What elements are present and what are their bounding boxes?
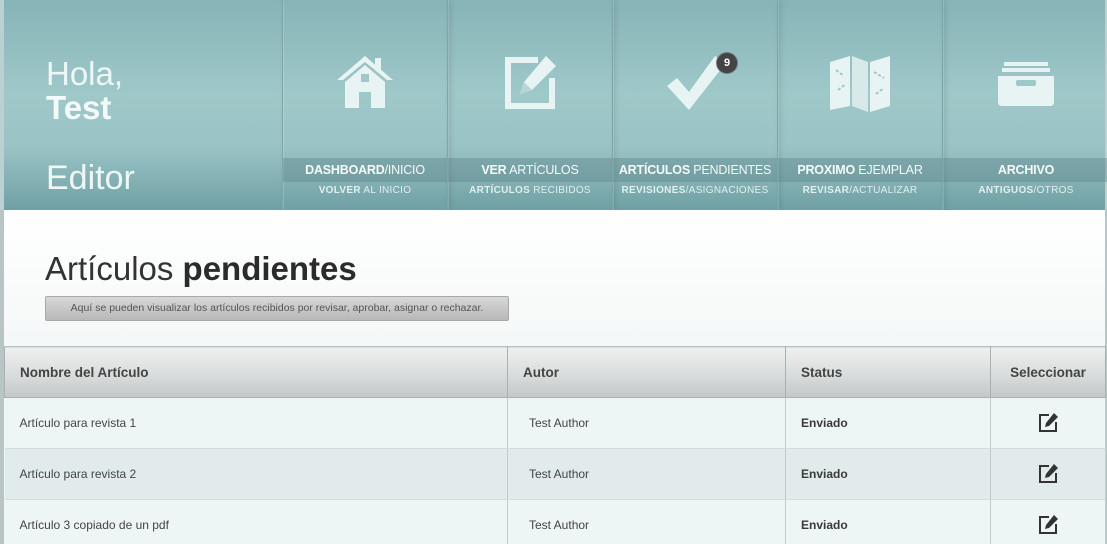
table-row[interactable]: Artículo para revista 1 Test Author Envi… — [4, 397, 1106, 449]
select-cell — [990, 499, 1106, 544]
column-header-name[interactable]: Nombre del Artículo — [4, 346, 508, 398]
nav-articulos-pendientes-sub: REVISIONES/ASIGNACIONES — [621, 185, 769, 196]
nav-articulos-pendientes[interactable]: 9 ARTÍCULOS PENDIENTES REVISIONES/ASIGNA… — [612, 0, 777, 210]
page-description: Aquí se pueden visualizar los artículos … — [45, 296, 509, 321]
table-row[interactable]: Artículo para revista 2 Test Author Envi… — [4, 448, 1106, 500]
edit-icon — [498, 50, 562, 114]
nav-proximo-ejemplar[interactable]: PROXIMO EJEMPLAR REVISAR/ACTUALIZAR — [777, 0, 942, 210]
nav-ver-articulos-label: VER ARTÍCULOS — [448, 158, 612, 182]
article-status: Enviado — [785, 499, 991, 544]
column-header-status[interactable]: Status — [785, 346, 991, 398]
column-header-select: Seleccionar — [990, 346, 1106, 398]
top-header: Hola, Test Editor DASHBOARD/INICIO VOLVE… — [0, 0, 1107, 210]
article-name: Artículo para revista 1 — [4, 397, 508, 449]
home-icon — [333, 50, 397, 114]
archive-icon — [994, 50, 1058, 114]
nav-ver-articulos[interactable]: VER ARTÍCULOS ARTÍCULOS RECIBIDOS — [447, 0, 612, 210]
nav-dashboard-sub: VOLVER AL INICIO — [318, 185, 412, 196]
article-author: Test Author — [507, 499, 786, 544]
pending-count-badge: 9 — [717, 53, 737, 73]
welcome-panel: Hola, Test Editor — [46, 0, 280, 210]
nav-archivo-sub: ANTIGUOS/OTROS — [978, 185, 1074, 196]
nav-articulos-pendientes-label: ARTÍCULOS PENDIENTES — [613, 158, 777, 182]
greeting: Hola, — [46, 55, 124, 92]
article-name: Artículo para revista 2 — [4, 448, 508, 500]
nav-ver-articulos-sub: ARTÍCULOS RECIBIDOS — [469, 185, 591, 196]
nav-dashboard[interactable]: DASHBOARD/INICIO VOLVER AL INICIO — [282, 0, 447, 210]
column-header-author[interactable]: Autor — [507, 346, 786, 398]
table-row[interactable]: Artículo 3 copiado de un pdf Test Author… — [4, 499, 1106, 544]
main-nav: DASHBOARD/INICIO VOLVER AL INICIO VER AR… — [282, 0, 1107, 210]
edit-icon[interactable] — [1037, 463, 1059, 485]
nav-proximo-ejemplar-sub: REVISAR/ACTUALIZAR — [802, 185, 918, 196]
article-author: Test Author — [507, 448, 786, 500]
table-header-row: Nombre del Artículo Autor Status Selecci… — [4, 346, 1106, 398]
nav-dashboard-label: DASHBOARD/INICIO — [283, 158, 447, 182]
user-role: Editor — [46, 159, 135, 197]
edit-icon[interactable] — [1037, 514, 1059, 536]
article-author: Test Author — [507, 397, 786, 449]
nav-proximo-ejemplar-label: PROXIMO EJEMPLAR — [778, 158, 942, 182]
edit-icon[interactable] — [1037, 412, 1059, 434]
select-cell — [990, 397, 1106, 449]
user-name: Test — [46, 89, 112, 126]
article-name: Artículo 3 copiado de un pdf — [4, 499, 508, 544]
article-status: Enviado — [785, 397, 991, 449]
nav-archivo-label: ARCHIVO — [943, 158, 1107, 182]
article-status: Enviado — [785, 448, 991, 500]
select-cell — [990, 448, 1106, 500]
articles-table: Nombre del Artículo Autor Status Selecci… — [4, 346, 1106, 544]
nav-archivo[interactable]: ARCHIVO ANTIGUOS/OTROS — [942, 0, 1107, 210]
map-icon — [828, 50, 892, 114]
page-title: Artículos pendientes — [45, 250, 357, 287]
main-content: Artículos pendientes Aquí se pueden visu… — [0, 210, 1107, 544]
